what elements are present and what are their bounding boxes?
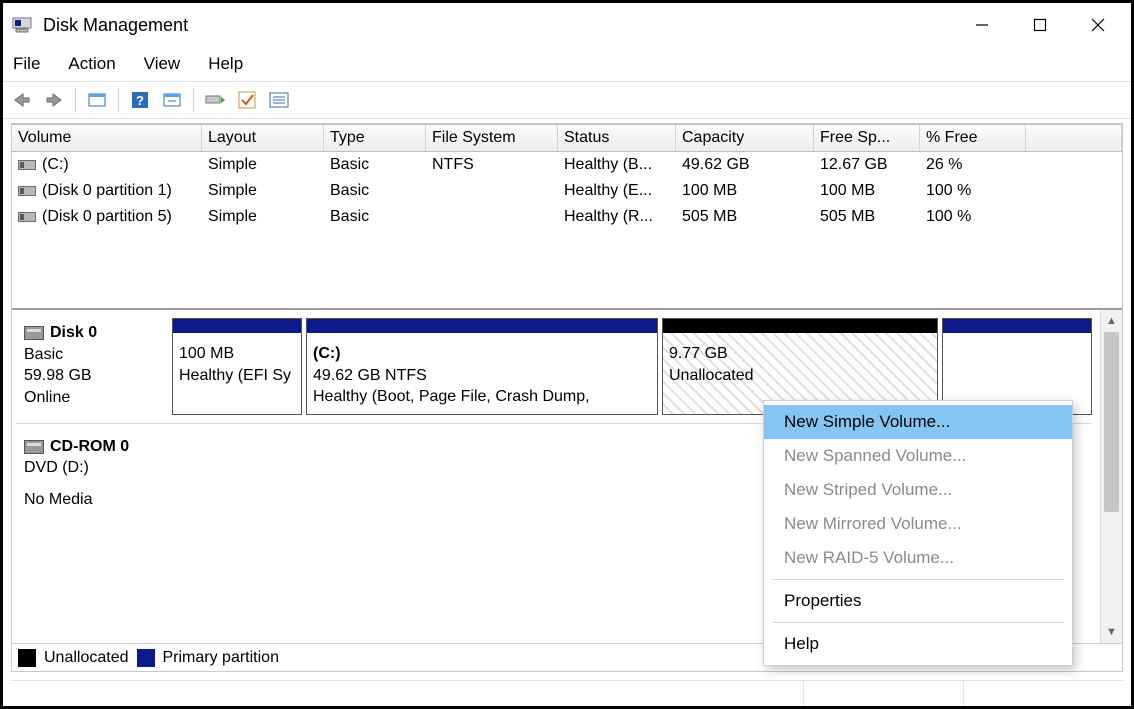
disk-size: 59.98 GB — [24, 365, 164, 387]
check-button[interactable] — [234, 87, 260, 113]
cell-capacity: 49.62 GB — [676, 156, 814, 174]
list-button[interactable] — [266, 87, 292, 113]
col-status[interactable]: Status — [558, 125, 676, 151]
cm-new-mirrored-volume[interactable]: New Mirrored Volume... — [764, 507, 1072, 541]
minimize-button[interactable] — [953, 5, 1011, 45]
cell-volume: (Disk 0 partition 1) — [42, 182, 172, 200]
cell-status: Healthy (E... — [558, 182, 676, 200]
disk-0-info[interactable]: Disk 0 Basic 59.98 GB Online — [16, 318, 172, 415]
menu-file[interactable]: File — [13, 54, 40, 74]
table-row[interactable]: (C:) Simple Basic NTFS Healthy (B... 49.… — [12, 152, 1122, 178]
svg-text:?: ? — [136, 93, 144, 108]
part-size: 49.62 GB NTFS — [313, 365, 651, 387]
context-menu-separator — [772, 622, 1064, 623]
cdrom-icon — [24, 440, 44, 454]
table-header-row: Volume Layout Type File System Status Ca… — [12, 124, 1122, 152]
scroll-down-icon[interactable]: ▼ — [1101, 621, 1122, 643]
disk-subtype: DVD (D:) — [24, 457, 164, 479]
part-status: Healthy (EFI Sy — [179, 365, 295, 387]
disk-icon — [24, 326, 44, 340]
cell-layout: Simple — [202, 208, 324, 226]
disk-title: Disk 0 — [50, 322, 97, 344]
cell-type: Basic — [324, 156, 426, 174]
col-freespace[interactable]: Free Sp... — [814, 125, 920, 151]
maximize-button[interactable] — [1011, 5, 1069, 45]
col-filesystem[interactable]: File System — [426, 125, 558, 151]
cell-pctfree: 100 % — [920, 208, 1026, 226]
volume-icon — [18, 212, 36, 222]
table-row[interactable]: (Disk 0 partition 1) Simple Basic Health… — [12, 178, 1122, 204]
part-status: Unallocated — [669, 365, 931, 387]
forward-button[interactable] — [41, 87, 67, 113]
show-console-button[interactable] — [84, 87, 110, 113]
status-bar — [11, 680, 1123, 706]
part-size: 100 MB — [179, 343, 295, 365]
scroll-up-icon[interactable]: ▲ — [1101, 310, 1122, 332]
cell-type: Basic — [324, 182, 426, 200]
cm-help[interactable]: Help — [764, 627, 1072, 661]
part-status: Healthy (Boot, Page File, Crash Dump, — [313, 386, 651, 408]
cell-pctfree: 100 % — [920, 182, 1026, 200]
legend-label-unallocated: Unallocated — [44, 649, 129, 667]
disk-state: Online — [24, 387, 164, 409]
cell-capacity: 505 MB — [676, 208, 814, 226]
cell-status: Healthy (B... — [558, 156, 676, 174]
cell-capacity: 100 MB — [676, 182, 814, 200]
cell-free: 100 MB — [814, 182, 920, 200]
menu-bar: File Action View Help — [3, 47, 1131, 81]
cell-free: 505 MB — [814, 208, 920, 226]
disk-nomedia: No Media — [24, 489, 164, 511]
legend-swatch-unallocated — [18, 649, 36, 667]
table-row[interactable]: (Disk 0 partition 5) Simple Basic Health… — [12, 204, 1122, 230]
menu-help[interactable]: Help — [208, 54, 243, 74]
col-layout[interactable]: Layout — [202, 125, 324, 151]
context-menu-separator — [772, 579, 1064, 580]
menu-action[interactable]: Action — [68, 54, 115, 74]
disk-subtype: Basic — [24, 344, 164, 366]
scroll-thumb[interactable] — [1104, 332, 1119, 512]
cell-pctfree: 26 % — [920, 156, 1026, 174]
cell-fs: NTFS — [426, 156, 558, 174]
volume-icon — [18, 186, 36, 196]
back-button[interactable] — [9, 87, 35, 113]
context-menu: New Simple Volume... New Spanned Volume.… — [763, 400, 1073, 666]
partition-efi[interactable]: 100 MB Healthy (EFI Sy — [172, 318, 302, 415]
cell-status: Healthy (R... — [558, 208, 676, 226]
cell-layout: Simple — [202, 182, 324, 200]
legend-swatch-primary — [137, 649, 155, 667]
menu-view[interactable]: View — [144, 54, 181, 74]
cm-new-striped-volume[interactable]: New Striped Volume... — [764, 473, 1072, 507]
col-capacity[interactable]: Capacity — [676, 125, 814, 151]
refresh-button[interactable] — [159, 87, 185, 113]
toolbar: ? — [3, 81, 1131, 119]
cell-type: Basic — [324, 208, 426, 226]
cell-volume: (Disk 0 partition 5) — [42, 208, 172, 226]
part-name: (C:) — [313, 343, 651, 365]
partition-c[interactable]: (C:) 49.62 GB NTFS Healthy (Boot, Page F… — [306, 318, 658, 415]
legend-label-primary: Primary partition — [163, 649, 279, 667]
cdrom-info[interactable]: CD-ROM 0 DVD (D:) No Media — [16, 432, 172, 515]
volume-icon — [18, 160, 36, 170]
app-icon — [11, 14, 33, 36]
cell-layout: Simple — [202, 156, 324, 174]
disk-title: CD-ROM 0 — [50, 436, 129, 458]
help-button[interactable]: ? — [127, 87, 153, 113]
part-size: 9.77 GB — [669, 343, 931, 365]
cm-new-simple-volume[interactable]: New Simple Volume... — [764, 405, 1072, 439]
rescan-button[interactable] — [202, 87, 228, 113]
close-button[interactable] — [1069, 5, 1127, 45]
col-extra[interactable] — [1026, 125, 1122, 151]
cm-new-spanned-volume[interactable]: New Spanned Volume... — [764, 439, 1072, 473]
col-pctfree[interactable]: % Free — [920, 125, 1026, 151]
cm-properties[interactable]: Properties — [764, 584, 1072, 618]
window-title: Disk Management — [43, 15, 953, 36]
title-bar: Disk Management — [3, 3, 1131, 47]
vertical-scrollbar[interactable]: ▲ ▼ — [1100, 310, 1122, 643]
cell-volume: (C:) — [42, 156, 69, 174]
cell-free: 12.67 GB — [814, 156, 920, 174]
col-volume[interactable]: Volume — [12, 125, 202, 151]
volume-table: Volume Layout Type File System Status Ca… — [12, 124, 1122, 310]
col-type[interactable]: Type — [324, 125, 426, 151]
cm-new-raid5-volume[interactable]: New RAID-5 Volume... — [764, 541, 1072, 575]
